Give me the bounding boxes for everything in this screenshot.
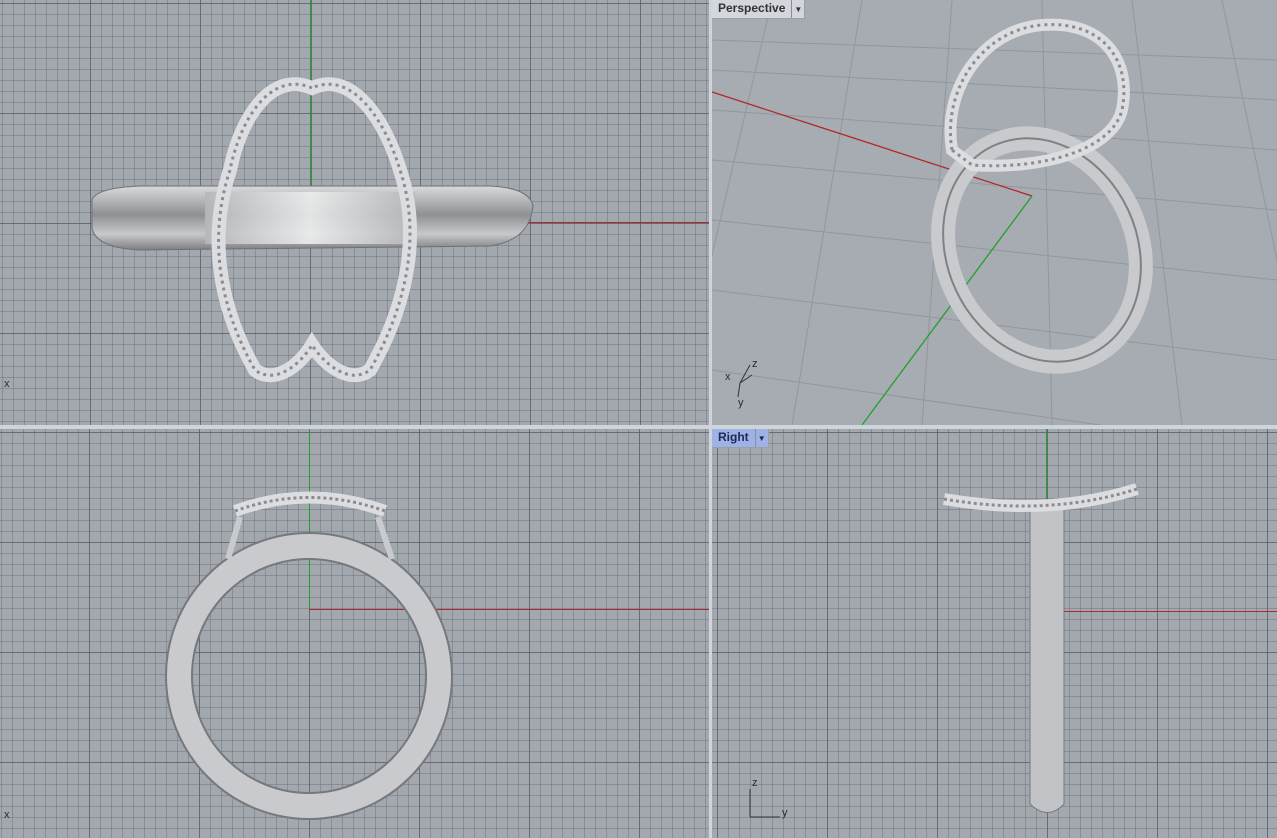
viewport-title: Perspective: [718, 1, 786, 15]
viewport-title: Right: [718, 430, 749, 444]
perspective-grid: [712, 0, 1277, 425]
gizmo-icon: [737, 364, 753, 398]
chevron-down-icon[interactable]: ▼: [791, 0, 804, 18]
viewport-tab-right[interactable]: Right ▼: [712, 429, 769, 448]
gizmo-z-label: z: [752, 777, 758, 789]
gizmo-y-label: y: [782, 807, 788, 819]
axis-x-label: x: [4, 378, 10, 390]
gizmo-z-label: z: [752, 358, 758, 370]
gizmo-y-label: y: [738, 397, 744, 409]
ring-model-right: [749, 483, 1139, 818]
viewport-top[interactable]: x: [0, 0, 709, 425]
viewport-perspective[interactable]: Perspective ▼ z x y: [712, 0, 1277, 425]
viewport-front[interactable]: x: [0, 429, 709, 838]
viewport-right[interactable]: Right ▼ z y: [712, 429, 1277, 838]
ring-model-top: [91, 77, 534, 383]
chevron-down-icon[interactable]: ▼: [754, 429, 768, 447]
ring-model-front: [165, 491, 453, 820]
axis-x-label: x: [4, 809, 10, 821]
gizmo-icon: [749, 789, 780, 818]
viewport-tab-perspective[interactable]: Perspective ▼: [712, 0, 806, 19]
gizmo-x-label: x: [725, 371, 731, 383]
